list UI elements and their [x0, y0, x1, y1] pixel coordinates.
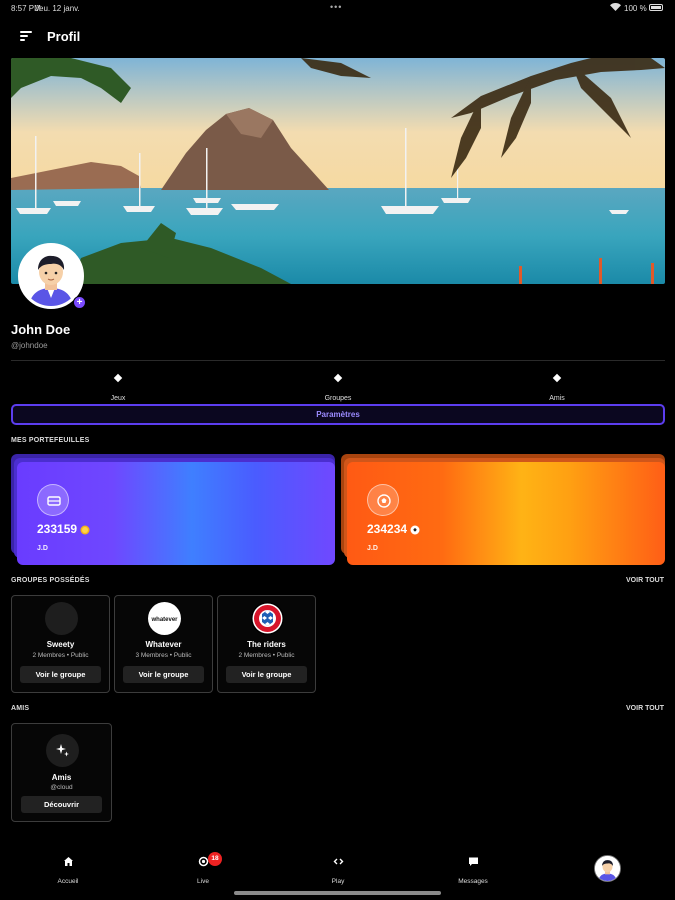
nav-play[interactable]: Play	[308, 856, 368, 888]
group-name: Sweety	[46, 640, 75, 649]
group-meta: 3 Membres • Public	[135, 652, 192, 659]
message-icon	[468, 857, 478, 866]
diamond-icon	[113, 373, 123, 383]
app-header: Profil	[0, 26, 675, 48]
wallets-section-title: MES PORTEFEUILLES	[11, 437, 90, 444]
discover-button[interactable]: Découvrir	[21, 796, 102, 813]
profile-stats: Jeux Groupes Amis	[0, 373, 675, 402]
group-avatar	[45, 602, 78, 635]
stat-label: Jeux	[110, 395, 126, 402]
group-avatar	[251, 602, 284, 635]
bottom-nav: Accueil 18 Live Play Messages	[0, 850, 675, 890]
group-logo-text: whatever	[150, 617, 178, 623]
profile-banner	[11, 58, 665, 284]
view-group-button[interactable]: Voir le groupe	[20, 666, 101, 683]
group-meta: 2 Membres • Public	[238, 652, 295, 659]
gold-coin-icon	[80, 525, 90, 535]
profile-handle: @johndoe	[11, 341, 48, 350]
wallet-owner: J.D	[37, 545, 48, 552]
friend-name: Amis	[51, 773, 72, 782]
wifi-icon	[610, 3, 621, 13]
group-card[interactable]: Sweety 2 Membres • Public Voir le groupe	[11, 595, 110, 693]
nav-profile-avatar[interactable]	[594, 855, 621, 882]
stat-friends[interactable]: Amis	[527, 373, 587, 405]
menu-icon[interactable]	[20, 31, 32, 41]
group-meta: 2 Membres • Public	[32, 652, 89, 659]
wallet-card[interactable]: 233159 J.D	[11, 454, 335, 565]
stat-label: Groupes	[324, 395, 352, 402]
soccer-ball-icon	[367, 484, 399, 516]
battery-percent: 100 %	[624, 4, 647, 13]
nav-live[interactable]: 18 Live	[173, 852, 233, 888]
diamond-icon	[552, 373, 562, 383]
divider	[11, 360, 665, 361]
code-icon	[333, 858, 343, 865]
settings-button[interactable]: Paramètres	[11, 404, 665, 425]
home-indicator[interactable]	[234, 891, 441, 895]
wallet-amount: 233159	[37, 522, 90, 536]
groups-see-all-link[interactable]: VOIR TOUT	[626, 577, 664, 584]
group-name: Whatever	[145, 640, 182, 649]
friends-section-title: AMIS	[11, 705, 30, 712]
page-title: Profil	[47, 29, 81, 44]
stat-groups[interactable]: Groupes	[308, 373, 368, 405]
soccer-ball-icon	[410, 525, 420, 535]
group-avatar: whatever	[148, 602, 181, 635]
profile-name: John Doe	[11, 322, 71, 337]
stat-games[interactable]: Jeux	[88, 373, 148, 405]
status-date: Jeu. 12 janv.	[35, 4, 80, 13]
view-group-button[interactable]: Voir le groupe	[226, 666, 307, 683]
notification-badge: 18	[208, 852, 222, 866]
stat-label: Amis	[549, 395, 565, 402]
sparkle-icon	[46, 734, 79, 767]
multitask-dots-icon[interactable]: •••	[330, 2, 342, 12]
nav-label: Messages	[458, 878, 488, 885]
groups-section-title: GROUPES POSSÉDÉS	[11, 577, 90, 584]
status-bar: 8:57 PM Jeu. 12 janv. ••• 100 %	[0, 0, 675, 16]
nav-messages[interactable]: Messages	[443, 856, 503, 888]
nav-label: Play	[331, 878, 345, 885]
battery-icon	[649, 4, 663, 11]
diamond-icon	[333, 373, 343, 383]
nav-label: Live	[197, 878, 209, 885]
live-icon	[198, 856, 208, 867]
home-icon	[63, 857, 73, 866]
edit-avatar-plus-icon[interactable]: +	[73, 296, 86, 309]
friend-card[interactable]: Amis @cloud Découvrir	[11, 723, 112, 822]
group-card[interactable]: whatever Whatever 3 Membres • Public Voi…	[114, 595, 213, 693]
view-group-button[interactable]: Voir le groupe	[123, 666, 204, 683]
club-crest-icon	[252, 603, 283, 634]
nav-label: Accueil	[57, 878, 79, 885]
group-card[interactable]: The riders 2 Membres • Public Voir le gr…	[217, 595, 316, 693]
wallet-amount: 234234	[367, 522, 420, 536]
group-name: The riders	[247, 640, 286, 649]
friend-handle: @cloud	[50, 784, 73, 791]
wallet-owner: J.D	[367, 545, 378, 552]
wallet-card[interactable]: 234234 J.D	[341, 454, 665, 565]
friends-see-all-link[interactable]: VOIR TOUT	[626, 705, 664, 712]
profile-avatar-wrapper[interactable]: +	[18, 243, 86, 309]
ticket-icon	[37, 484, 69, 516]
nav-home[interactable]: Accueil	[38, 856, 98, 888]
